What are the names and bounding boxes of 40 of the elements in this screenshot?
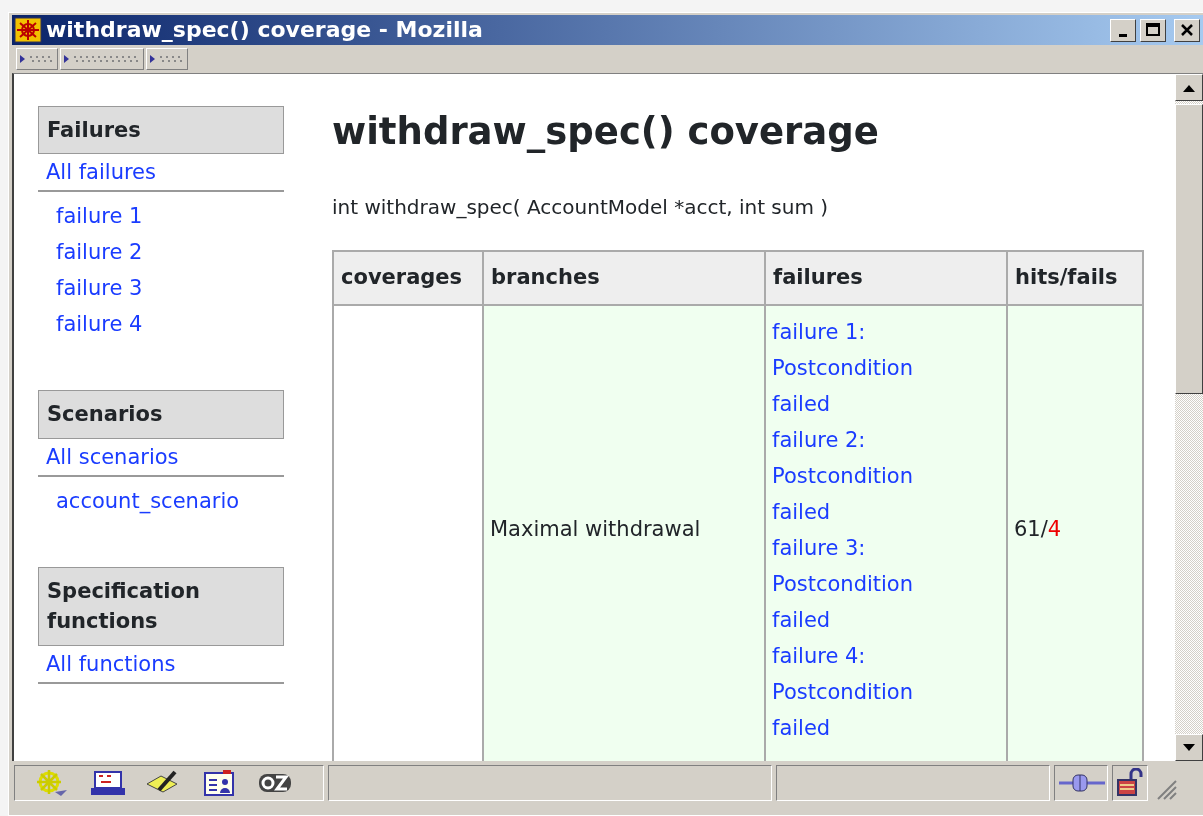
section-header: Failures bbox=[38, 106, 284, 155]
sidebar-link[interactable]: account_scenario bbox=[38, 482, 284, 519]
minimize-icon bbox=[1119, 33, 1127, 37]
failure-link[interactable]: failure 4: Postcondition failed bbox=[772, 637, 962, 746]
minimize-button[interactable] bbox=[1110, 18, 1136, 42]
grip-dots-icon bbox=[64, 53, 140, 65]
padlock-icon[interactable] bbox=[1115, 768, 1145, 798]
scrollbar-thumb[interactable] bbox=[1175, 104, 1203, 394]
column-header: hits/fails bbox=[1007, 251, 1143, 305]
close-icon bbox=[1179, 22, 1195, 38]
app-icon bbox=[14, 17, 42, 43]
grip-dots-icon bbox=[150, 53, 184, 65]
sidebar-link[interactable]: All functions bbox=[38, 645, 284, 684]
column-header: failures bbox=[765, 251, 1007, 305]
table-cell: Maximal withdrawal bbox=[483, 304, 765, 761]
toolbar-grippy[interactable] bbox=[146, 48, 188, 70]
section-header: Specification functions bbox=[38, 566, 284, 646]
table-cell: 61/4 bbox=[1007, 304, 1143, 761]
grip-dots-icon bbox=[20, 53, 54, 65]
function-signature: int withdraw_spec( AccountModel *acct, int sum ) bbox=[332, 194, 830, 222]
close-button[interactable] bbox=[1174, 18, 1200, 42]
maximize-icon bbox=[1145, 22, 1161, 38]
toolbar-grippy[interactable] bbox=[16, 48, 58, 70]
sidebar-link[interactable]: failure 3 bbox=[38, 270, 284, 307]
sidebar-link[interactable]: All failures bbox=[38, 154, 284, 193]
section-header: Scenarios bbox=[38, 390, 284, 439]
vertical-scrollbar[interactable] bbox=[1175, 74, 1203, 761]
maximize-button[interactable] bbox=[1140, 18, 1166, 42]
toolbar-grippy[interactable] bbox=[60, 48, 144, 70]
sidebar-link[interactable]: failure 1 bbox=[38, 198, 284, 235]
column-header: branches bbox=[483, 251, 765, 305]
scroll-up-button[interactable] bbox=[1175, 74, 1203, 101]
down-arrow-icon bbox=[1182, 742, 1196, 753]
sidebar-link[interactable]: failure 4 bbox=[38, 306, 284, 343]
page-heading: withdraw_spec() coverage bbox=[332, 110, 880, 155]
scroll-down-button[interactable] bbox=[1175, 734, 1203, 761]
column-header: coverages bbox=[333, 251, 483, 305]
window-title: withdraw_spec() coverage - Mozilla bbox=[46, 19, 483, 41]
sidebar-link[interactable]: All scenarios bbox=[38, 438, 284, 477]
sidebar-link[interactable]: failure 2 bbox=[38, 234, 284, 271]
